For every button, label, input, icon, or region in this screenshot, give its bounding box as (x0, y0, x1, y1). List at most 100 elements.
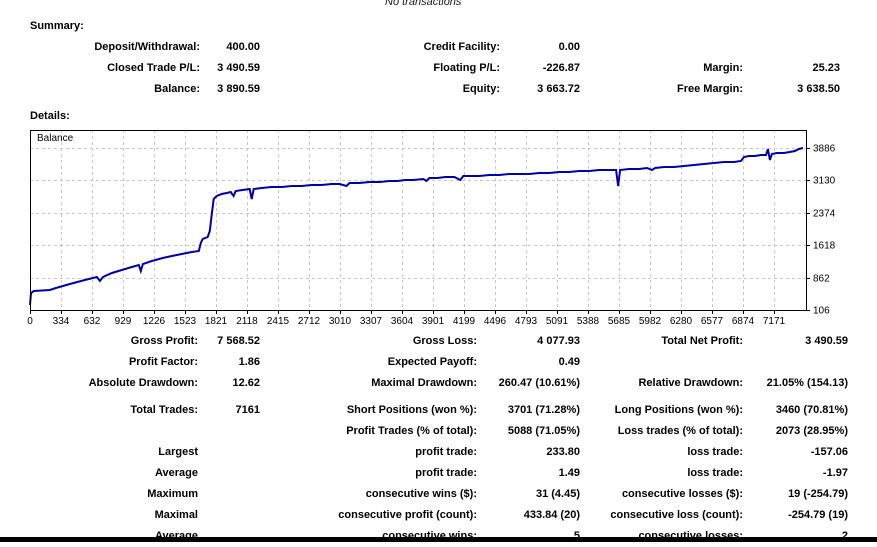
x-axis-label: 5685 (608, 316, 631, 327)
details-row-4-value: 5088 (71.05%) (477, 421, 580, 442)
details-row-4: Profit Trades (% of total):5088 (71.05%)… (0, 421, 848, 442)
summary-row-2-value: 3 890.59 (200, 79, 260, 100)
details-row-8-label: consecutive profit (count): (260, 505, 477, 526)
details-row-3: Total Trades:7161Short Positions (won %)… (0, 400, 848, 421)
summary-row-0-value: 400.00 (200, 37, 260, 58)
details-row-3-value: 3701 (71.28%) (477, 400, 580, 421)
x-axis-label: 3307 (360, 316, 383, 327)
details-row-6-label: loss trade: (580, 463, 743, 484)
y-axis-label: 862 (813, 274, 830, 285)
x-axis-label: 2118 (236, 316, 258, 327)
details-row-6-value: 1.49 (477, 463, 580, 484)
details-row-6-value: -1.97 (743, 463, 848, 484)
x-axis-label: 929 (115, 316, 132, 327)
details-row-4-label: Loss trades (% of total): (580, 421, 743, 442)
details-row-1-value: 1.86 (198, 352, 260, 373)
summary-row-1-value: 3 490.59 (200, 58, 260, 79)
x-axis-label: 7171 (763, 316, 786, 327)
x-axis-label: 6280 (670, 316, 693, 327)
balance-chart: 0334632929122615231821211824152712301033… (0, 125, 877, 337)
details-row-7-label: consecutive wins ($): (260, 484, 477, 505)
y-axis-label: 1618 (813, 241, 836, 252)
x-axis-label: 6577 (701, 316, 724, 327)
details-row-8: Maximalconsecutive profit (count):433.84… (0, 505, 848, 526)
details-row-2-label: Maximal Drawdown: (260, 373, 477, 394)
summary-row-1: Closed Trade P/L:3 490.59Floating P/L:-2… (0, 58, 840, 79)
y-axis-label: 3886 (813, 144, 836, 155)
summary-row-0: Deposit/Withdrawal:400.00Credit Facility… (0, 37, 840, 58)
details-row-8-label: Maximal (0, 505, 198, 526)
x-axis-label: 5982 (639, 316, 662, 327)
details-row-6-label: profit trade: (260, 463, 477, 484)
details-row-5-value: 233.80 (477, 442, 580, 463)
chart-legend-balance: Balance (37, 133, 73, 144)
x-axis-label: 0 (27, 316, 33, 327)
x-axis-label: 2712 (298, 316, 321, 327)
summary-row-1-label: Closed Trade P/L: (0, 58, 200, 79)
x-axis-label: 5388 (577, 316, 600, 327)
details-row-7-value: 31 (4.45) (477, 484, 580, 505)
summary-row-2-label: Free Margin: (580, 79, 743, 100)
details-row-2-value: 12.62 (198, 373, 260, 394)
details-row-8-value: -254.79 (19) (743, 505, 848, 526)
x-axis-label: 1821 (205, 316, 228, 327)
summary-row-2-label: Equity: (260, 79, 500, 100)
x-axis-label: 632 (84, 316, 101, 327)
x-axis-label: 4199 (453, 316, 476, 327)
details-row-5-label: Largest (0, 442, 198, 463)
summary-row-1-value: 25.23 (743, 58, 840, 79)
details-row-6-label: Average (0, 463, 198, 484)
details-row-7-label: Maximum (0, 484, 198, 505)
details-row-7-label: consecutive losses ($): (580, 484, 743, 505)
details-row-0-value: 3 490.59 (743, 331, 848, 352)
summary-row-1-label: Margin: (580, 58, 743, 79)
account-statement-report: { "header": { "no_transactions": "No tra… (0, 0, 877, 545)
summary-row-1-value: -226.87 (500, 58, 580, 79)
summary-row-0-value: 0.00 (500, 37, 580, 58)
details-row-5: Largest profit trade:233.80loss trade:-15… (0, 442, 848, 463)
x-axis-label: 5091 (546, 316, 569, 327)
x-axis-label: 3010 (329, 316, 352, 327)
details-row-1-value: 0.49 (477, 352, 580, 373)
details-row-0-label: Gross Loss: (260, 331, 477, 352)
summary-row-0-label: Deposit/Withdrawal: (0, 37, 200, 58)
details-row-5-label: profit trade: (260, 442, 477, 463)
details-row-1-label: Profit Factor: (0, 352, 198, 373)
no-transactions-note: No transactions (385, 0, 461, 8)
details-row-0-label: Gross Profit: (0, 331, 198, 352)
details-row-0: Gross Profit:7 568.52Gross Loss:4 077.93… (0, 331, 848, 352)
details-row-2-value: 21.05% (154.13) (743, 373, 848, 394)
details-row-3-value: 7161 (198, 400, 260, 421)
details-row-7-value: 19 (-254.79) (743, 484, 848, 505)
details-section-title: Details: (30, 110, 70, 122)
summary-row-1-label: Floating P/L: (260, 58, 500, 79)
details-row-5-value: -157.06 (743, 442, 848, 463)
summary-row-2-value: 3 638.50 (743, 79, 840, 100)
x-axis-label: 3604 (391, 316, 414, 327)
details-row-0-value: 7 568.52 (198, 331, 260, 352)
details-row-3-label: Total Trades: (0, 400, 198, 421)
details-row-3-value: 3460 (70.81%) (743, 400, 848, 421)
details-row-0-value: 4 077.93 (477, 331, 580, 352)
x-axis-label: 4496 (484, 316, 507, 327)
summary-row-2-value: 3 663.72 (500, 79, 580, 100)
details-row-4-label: Profit Trades (% of total): (260, 421, 477, 442)
details-row-8-label: consecutive loss (count): (580, 505, 743, 526)
y-axis-label: 106 (813, 306, 830, 317)
details-row-2: Absolute Drawdown:12.62Maximal Drawdown:… (0, 373, 848, 394)
details-row-0-label: Total Net Profit: (580, 331, 743, 352)
details-row-4-value: 2073 (28.95%) (743, 421, 848, 442)
x-axis-label: 3901 (422, 316, 445, 327)
x-axis-label: 2415 (267, 316, 290, 327)
summary-section-title: Summary: (30, 20, 84, 32)
x-axis-label: 1226 (143, 316, 166, 327)
y-axis-label: 3130 (813, 176, 836, 187)
details-row-5-label: loss trade: (580, 442, 743, 463)
details-row-2-label: Absolute Drawdown: (0, 373, 198, 394)
x-axis-label: 6874 (732, 316, 755, 327)
details-row-6: Average profit trade:1.49loss trade:-1.97 (0, 463, 848, 484)
details-row-1-label: Expected Payoff: (260, 352, 477, 373)
details-row-1: Profit Factor:1.86Expected Payoff:0.49 (0, 352, 848, 373)
summary-row-0-label: Credit Facility: (260, 37, 500, 58)
chart-border (31, 131, 807, 311)
